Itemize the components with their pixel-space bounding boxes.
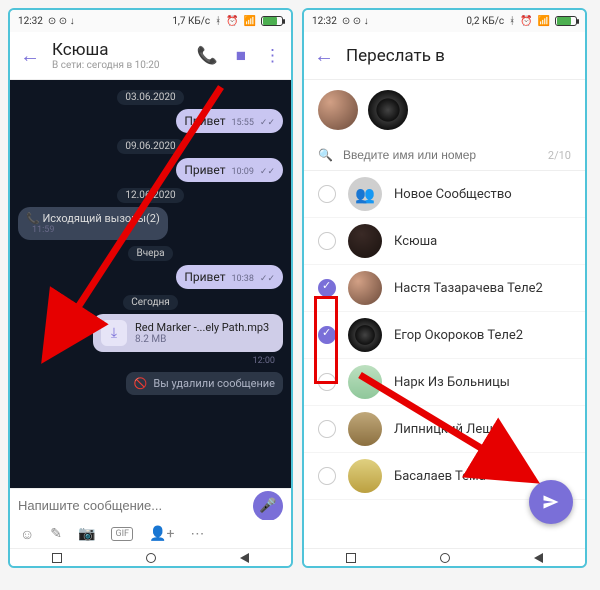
contact-item[interactable]: Настя Тазарачева Теле2	[304, 265, 585, 312]
bluetooth-icon: ᚼ	[215, 16, 221, 27]
avatar	[348, 271, 382, 305]
status-time: 12:32	[312, 16, 337, 27]
chat-status: В сети: сегодня в 10:20	[52, 60, 185, 71]
status-bar: 12:32 ⊙ ⊙ ↓ 1,7 КБ/с ᚼ ⏰ 📶	[10, 10, 291, 32]
sticker-icon[interactable]: ✎	[50, 526, 62, 542]
checkbox[interactable]	[318, 467, 336, 485]
date-pill: Сегодня	[123, 295, 178, 310]
status-icon: ⊙ ⊙ ↓	[342, 16, 369, 27]
forward-title: Переслать в	[346, 46, 445, 66]
wifi-icon: 📶	[244, 16, 256, 27]
selected-avatar[interactable]	[318, 90, 358, 130]
battery-icon	[261, 16, 283, 26]
contact-name: Басалаев Тема	[394, 469, 486, 484]
avatar: 👥	[348, 177, 382, 211]
message-call[interactable]: 📞 Исходящий вызовы(2)11:59	[18, 207, 168, 240]
contact-name: Егор Окороков Теле2	[394, 328, 523, 343]
date-pill: Вчера	[128, 246, 172, 261]
search-row: 🔍 2/10	[304, 140, 585, 171]
date-pill: 12.06.2020	[117, 188, 183, 203]
nav-bar	[304, 548, 585, 566]
message-out[interactable]: Привет15:55✓✓	[176, 109, 283, 133]
status-bar: 12:32 ⊙ ⊙ ↓ 0,2 КБ/с ᚼ ⏰ 📶	[304, 10, 585, 32]
checkbox[interactable]	[318, 185, 336, 203]
emoji-icon[interactable]: ☺	[20, 526, 34, 543]
back-icon[interactable]: ←	[314, 43, 334, 68]
chat-title[interactable]: Ксюша	[52, 40, 185, 60]
nav-back-icon[interactable]	[240, 553, 249, 563]
nav-recent-icon[interactable]	[346, 553, 356, 563]
chat-body[interactable]: 03.06.2020 Привет15:55✓✓ 09.06.2020 Прив…	[10, 80, 291, 490]
message-input-row: 🎤	[10, 488, 291, 522]
avatar	[348, 365, 382, 399]
contact-item[interactable]: Нарк Из Больницы	[304, 359, 585, 406]
contact-name: Липницкий Леша	[394, 422, 500, 437]
nav-home-icon[interactable]	[146, 553, 156, 563]
camera-icon[interactable]: 📷	[78, 526, 95, 542]
back-icon[interactable]: ←	[20, 43, 40, 68]
file-size: 8.2 MB	[135, 334, 269, 345]
status-net: 0,2 КБ/с	[466, 16, 504, 27]
date-pill: 09.06.2020	[117, 139, 183, 154]
gif-icon[interactable]: GIF	[111, 527, 133, 541]
avatar	[348, 318, 382, 352]
file-time: 12:00	[18, 356, 283, 366]
contact-name: Настя Тазарачева Теле2	[394, 281, 543, 296]
wifi-icon: 📶	[538, 16, 550, 27]
attachment-row: ☺ ✎ 📷 GIF 👤+ ⋯	[10, 520, 291, 548]
phone-forward-screen: 12:32 ⊙ ⊙ ↓ 0,2 КБ/с ᚼ ⏰ 📶 ← Переслать в…	[302, 8, 587, 568]
status-icon: ⊙ ⊙ ↓	[48, 16, 75, 27]
search-icon: 🔍	[318, 148, 333, 162]
contact-item[interactable]: Липницкий Леша	[304, 406, 585, 453]
checkbox[interactable]	[318, 373, 336, 391]
message-input[interactable]	[18, 498, 253, 513]
share-icon[interactable]: ↪	[72, 323, 87, 344]
checkbox[interactable]	[318, 232, 336, 250]
chat-header: ← Ксюша В сети: сегодня в 10:20 📞 ■ ⋮	[10, 32, 291, 80]
file-name: Red Marker -...ely Path.mp3	[135, 321, 269, 334]
alarm-icon: ⏰	[226, 16, 238, 27]
message-file[interactable]: ⤓ Red Marker -...ely Path.mp3 8.2 MB	[93, 314, 283, 352]
alarm-icon: ⏰	[520, 16, 532, 27]
more-attach-icon[interactable]: ⋯	[190, 526, 204, 542]
search-input[interactable]	[343, 148, 548, 162]
battery-icon	[555, 16, 577, 26]
contact-icon[interactable]: 👤+	[149, 526, 174, 542]
message-out[interactable]: Привет10:38✓✓	[176, 265, 283, 289]
date-pill: 03.06.2020	[117, 90, 183, 105]
contact-list[interactable]: 👥 Новое Сообщество Ксюша Настя Тазарачева Т…	[304, 171, 585, 500]
nav-back-icon[interactable]	[534, 553, 543, 563]
contact-item[interactable]: Егор Окороков Теле2	[304, 312, 585, 359]
contact-item[interactable]: Ксюша	[304, 218, 585, 265]
contact-name: Ксюша	[394, 234, 437, 249]
status-net: 1,7 КБ/с	[172, 16, 210, 27]
contact-name: Новое Сообщество	[394, 187, 512, 202]
avatar	[348, 459, 382, 493]
call-icon[interactable]: 📞	[197, 46, 218, 66]
deleted-message: 🚫 Вы удалили сообщение	[126, 372, 283, 395]
nav-bar	[10, 548, 291, 566]
checkbox[interactable]	[318, 326, 336, 344]
avatar	[348, 412, 382, 446]
checkbox[interactable]	[318, 420, 336, 438]
selection-counter: 2/10	[548, 149, 571, 162]
forward-header: ← Переслать в	[304, 32, 585, 80]
send-button[interactable]	[529, 480, 573, 524]
nav-recent-icon[interactable]	[52, 553, 62, 563]
avatar	[348, 224, 382, 258]
phone-chat-screen: 12:32 ⊙ ⊙ ↓ 1,7 КБ/с ᚼ ⏰ 📶 ← Ксюша В сет…	[8, 8, 293, 568]
selected-recipients	[304, 80, 585, 140]
contact-name: Нарк Из Больницы	[394, 375, 510, 390]
checkbox[interactable]	[318, 279, 336, 297]
more-icon[interactable]: ⋮	[264, 46, 281, 66]
video-icon[interactable]: ■	[236, 46, 246, 66]
bluetooth-icon: ᚼ	[509, 16, 515, 27]
selected-avatar[interactable]	[368, 90, 408, 130]
nav-home-icon[interactable]	[440, 553, 450, 563]
contact-item[interactable]: 👥 Новое Сообщество	[304, 171, 585, 218]
download-icon[interactable]: ⤓	[101, 320, 127, 346]
message-out[interactable]: Привет10:09✓✓	[176, 158, 283, 182]
status-time: 12:32	[18, 16, 43, 27]
mic-button[interactable]: 🎤	[253, 491, 283, 521]
